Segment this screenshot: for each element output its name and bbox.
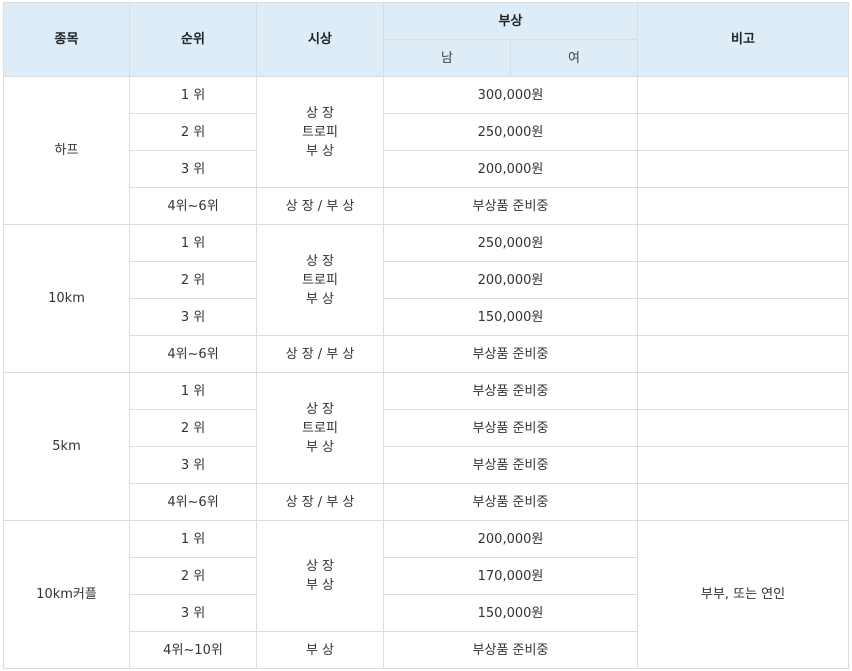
note-cell [637, 150, 850, 188]
note-cell [637, 409, 850, 447]
rank-cell: 2 위 [129, 261, 257, 299]
header-event: 종목 [3, 2, 130, 77]
table-row: 2 위 부상품 준비중 [4, 409, 850, 447]
table-row: 2 위 250,000원 [4, 113, 850, 151]
award-cell: 상 장 부 상 [256, 520, 384, 632]
table-row: 2 위 200,000원 [4, 261, 850, 299]
table-row: 3 위 200,000원 [4, 150, 850, 188]
table-body: 하프 1 위 상 장 트로피 부 상 300,000원 2 위 250,000원… [3, 76, 850, 669]
table-row: 4위~6위 상 장 / 부 상 부상품 준비중 [4, 187, 850, 225]
rank-cell: 1 위 [129, 520, 257, 558]
prize-cell: 부상품 준비중 [382, 409, 639, 447]
prize-cell: 250,000원 [382, 113, 639, 151]
rank-cell: 2 위 [129, 113, 257, 151]
rank-cell: 4위~10위 [129, 631, 257, 669]
table-row: 10km커플 1 위 상 장 부 상 200,000원 부부, 또는 연인 [3, 520, 850, 669]
event-cell: 하프 [3, 76, 130, 225]
note-cell [637, 446, 850, 484]
table-row: 3 위 부상품 준비중 [4, 446, 850, 484]
award-cell: 상 장 / 부 상 [256, 483, 384, 521]
award-cell: 상 장 / 부 상 [256, 335, 384, 373]
table-row: 5km 1 위 상 장 트로피 부 상 부상품 준비중 [3, 372, 850, 521]
rank-cell: 3 위 [129, 298, 257, 336]
rank-cell: 3 위 [129, 594, 257, 632]
rank-cell: 2 위 [129, 557, 257, 595]
header-rank: 순위 [129, 2, 257, 77]
event-cell: 10km커플 [3, 520, 130, 669]
note-cell [637, 113, 850, 151]
rank-cell: 4위~6위 [129, 335, 257, 373]
prize-cell: 부상품 준비중 [382, 187, 639, 225]
event-cell: 5km [3, 372, 130, 521]
header-prize-male: 남 [383, 39, 511, 77]
prize-cell: 부상품 준비중 [382, 446, 639, 484]
note-cell [637, 335, 850, 373]
rank-cell: 1 위 [129, 372, 257, 410]
table-row: 4위~6위 상 장 / 부 상 부상품 준비중 [4, 483, 850, 521]
prize-cell: 부상품 준비중 [382, 631, 639, 669]
award-cell: 상 장 트로피 부 상 [256, 224, 384, 336]
rank-cell: 4위~6위 [129, 483, 257, 521]
rank-cell: 1 위 [129, 76, 257, 114]
award-cell: 상 장 트로피 부 상 [256, 76, 384, 188]
note-cell: 부부, 또는 연인 [637, 520, 850, 669]
table-row: 4위~6위 상 장 / 부 상 부상품 준비중 [4, 335, 850, 373]
table-row: 10km 1 위 상 장 트로피 부 상 250,000원 [3, 224, 850, 373]
table-row: 3 위 150,000원 [4, 298, 850, 336]
note-cell [637, 372, 850, 410]
prize-cell: 200,000원 [382, 520, 639, 558]
prize-cell: 170,000원 [382, 557, 639, 595]
note-cell [637, 224, 850, 262]
note-cell [637, 483, 850, 521]
prize-cell: 250,000원 [382, 224, 639, 262]
prize-cell: 200,000원 [382, 150, 639, 188]
prize-cell: 300,000원 [382, 76, 639, 114]
rank-cell: 4위~6위 [129, 187, 257, 225]
prize-cell: 부상품 준비중 [382, 335, 639, 373]
table-row: 하프 1 위 상 장 트로피 부 상 300,000원 [3, 76, 850, 225]
prize-cell: 150,000원 [382, 594, 639, 632]
note-cell [637, 76, 850, 114]
header-award: 시상 [256, 2, 384, 77]
event-cell: 10km [3, 224, 130, 373]
award-cell: 부 상 [256, 631, 384, 669]
rank-cell: 3 위 [129, 150, 257, 188]
note-cell [637, 261, 850, 299]
prize-cell: 부상품 준비중 [382, 372, 639, 410]
prize-table: 종목 순위 시상 부상 비고 남 여 하프 1 위 상 장 트로피 부 상 30… [3, 2, 850, 669]
header-note: 비고 [637, 2, 850, 77]
award-cell: 상 장 트로피 부 상 [256, 372, 384, 484]
table-header: 종목 순위 시상 부상 비고 남 여 [3, 2, 850, 77]
note-cell [637, 187, 850, 225]
header-prize-female: 여 [509, 39, 639, 77]
prize-cell: 150,000원 [382, 298, 639, 336]
rank-cell: 3 위 [129, 446, 257, 484]
award-cell: 상 장 / 부 상 [256, 187, 384, 225]
rank-cell: 2 위 [129, 409, 257, 447]
header-prize: 부상 [382, 2, 639, 40]
prize-cell: 200,000원 [382, 261, 639, 299]
rank-cell: 1 위 [129, 224, 257, 262]
prize-cell: 부상품 준비중 [382, 483, 639, 521]
note-cell [637, 298, 850, 336]
